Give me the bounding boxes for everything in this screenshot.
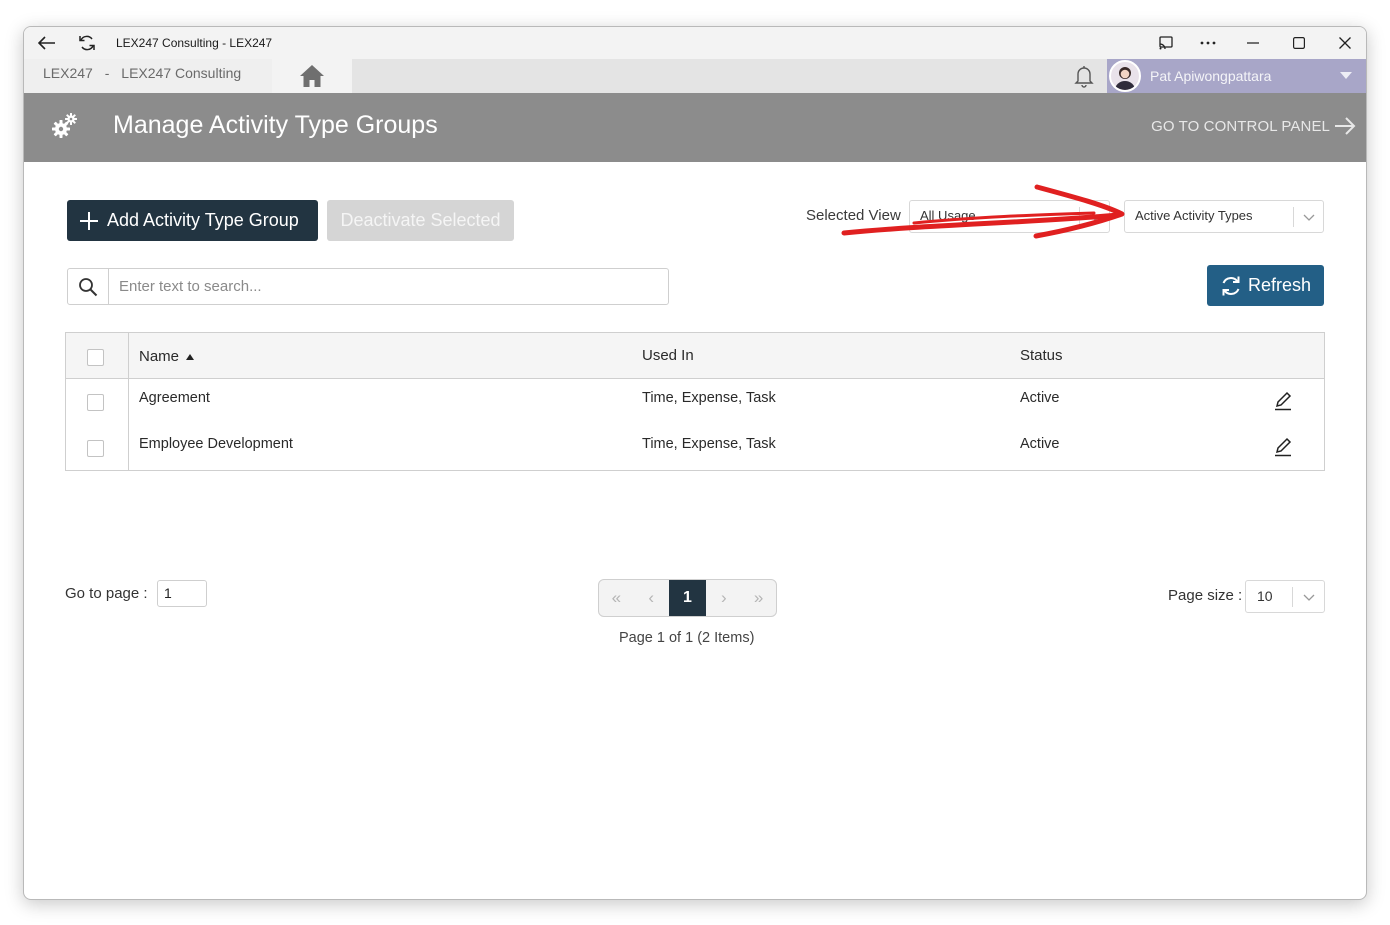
breadcrumb-company[interactable]: LEX247 Consulting (121, 65, 241, 81)
edit-pencil-icon[interactable] (1273, 437, 1293, 457)
sort-asc-icon (186, 353, 195, 360)
more-icon[interactable] (1194, 27, 1222, 59)
cast-icon[interactable] (1152, 27, 1180, 59)
search-box (67, 268, 669, 305)
chevron-down-icon (1292, 587, 1324, 607)
page-size-label: Page size : (1168, 587, 1243, 604)
row-checkbox[interactable] (87, 394, 104, 411)
page-size-value: 10 (1257, 588, 1273, 604)
page-header: Manage Activity Type Groups GO TO CONTRO… (24, 93, 1366, 162)
close-icon[interactable] (1331, 27, 1359, 59)
refresh-page-icon[interactable] (74, 27, 100, 59)
row-used-in: Time, Expense, Task (642, 390, 776, 406)
breadcrumb-org[interactable]: LEX247 (43, 65, 93, 81)
column-header-name-label: Name (139, 348, 180, 365)
chevron-down-icon (1293, 207, 1323, 227)
sync-icon (1222, 276, 1240, 295)
row-name: Agreement (139, 390, 210, 406)
breadcrumb-separator: - (104, 65, 110, 81)
maximize-icon[interactable] (1285, 27, 1313, 59)
go-to-control-panel-link[interactable]: GO TO CONTROL PANEL (1151, 117, 1356, 135)
search-input[interactable] (110, 269, 665, 304)
avatar (1109, 60, 1141, 92)
go-to-page-input[interactable]: 1 (157, 580, 207, 607)
grid-header: Name Used In Status (66, 333, 1324, 379)
title-bar: LEX247 Consulting - LEX247 (24, 27, 1366, 59)
refresh-button-label: Refresh (1247, 275, 1312, 295)
selected-view-label: Selected View (806, 207, 901, 224)
plus-icon (80, 211, 98, 230)
refresh-button[interactable]: Refresh (1207, 265, 1324, 306)
next-page-button[interactable]: › (706, 580, 741, 616)
minimize-icon[interactable] (1239, 27, 1267, 59)
bell-icon (1074, 66, 1094, 88)
last-page-button[interactable]: » (741, 580, 776, 616)
arrow-right-icon (1335, 117, 1356, 135)
usage-filter-select[interactable]: All Usage (909, 200, 1110, 233)
row-status: Active (1020, 390, 1060, 406)
add-activity-type-group-button[interactable]: Add Activity Type Group (67, 200, 318, 241)
notification-bell[interactable] (1072, 64, 1096, 93)
usage-filter-value: All Usage (920, 208, 976, 223)
search-icon[interactable] (68, 269, 109, 304)
deactivate-button-label: Deactivate Selected (340, 210, 501, 230)
breadcrumb: LEX247 - LEX247 Consulting (24, 59, 272, 93)
page-title: Manage Activity Type Groups (113, 111, 438, 139)
window-title: LEX247 Consulting - LEX247 (116, 36, 273, 50)
control-panel-label: GO TO CONTROL PANEL (1151, 117, 1330, 135)
chevron-down-icon (1079, 207, 1109, 227)
page-size-select[interactable]: 10 (1245, 580, 1325, 613)
user-menu[interactable]: Pat Apiwongpattara (1107, 59, 1366, 93)
app-window: LEX247 Consulting - LEX247 LEX247 - LEX2… (23, 26, 1367, 900)
activity-type-groups-grid: Name Used In Status Agreement Time, Expe… (65, 332, 1325, 471)
add-button-label: Add Activity Type Group (107, 210, 299, 230)
column-header-status[interactable]: Status (1020, 347, 1063, 364)
column-header-name[interactable]: Name (139, 348, 195, 365)
status-filter-select[interactable]: Active Activity Types (1124, 200, 1324, 233)
home-icon (300, 65, 324, 87)
first-page-button[interactable]: « (599, 580, 634, 616)
prev-page-button[interactable]: ‹ (634, 580, 669, 616)
gears-icon (51, 112, 79, 145)
row-name: Employee Development (139, 436, 293, 452)
edit-pencil-icon[interactable] (1273, 391, 1293, 411)
pager: « ‹ 1 › » (598, 579, 777, 617)
chevron-down-icon (1340, 72, 1352, 79)
go-to-page-label: Go to page : (65, 585, 148, 602)
row-checkbox[interactable] (87, 440, 104, 457)
deactivate-selected-button[interactable]: Deactivate Selected (327, 200, 514, 241)
column-header-used-in[interactable]: Used In (642, 347, 694, 364)
user-name: Pat Apiwongpattara (1150, 68, 1272, 84)
home-button[interactable] (272, 59, 352, 93)
row-status: Active (1020, 436, 1060, 452)
current-page-button[interactable]: 1 (668, 580, 707, 616)
status-filter-value: Active Activity Types (1135, 208, 1253, 223)
row-used-in: Time, Expense, Task (642, 436, 776, 452)
app-topbar: LEX247 - LEX247 Consulting Pat Apiwongpa… (24, 59, 1366, 93)
back-arrow-icon[interactable] (34, 27, 60, 59)
page-info: Page 1 of 1 (2 Items) (619, 630, 755, 646)
